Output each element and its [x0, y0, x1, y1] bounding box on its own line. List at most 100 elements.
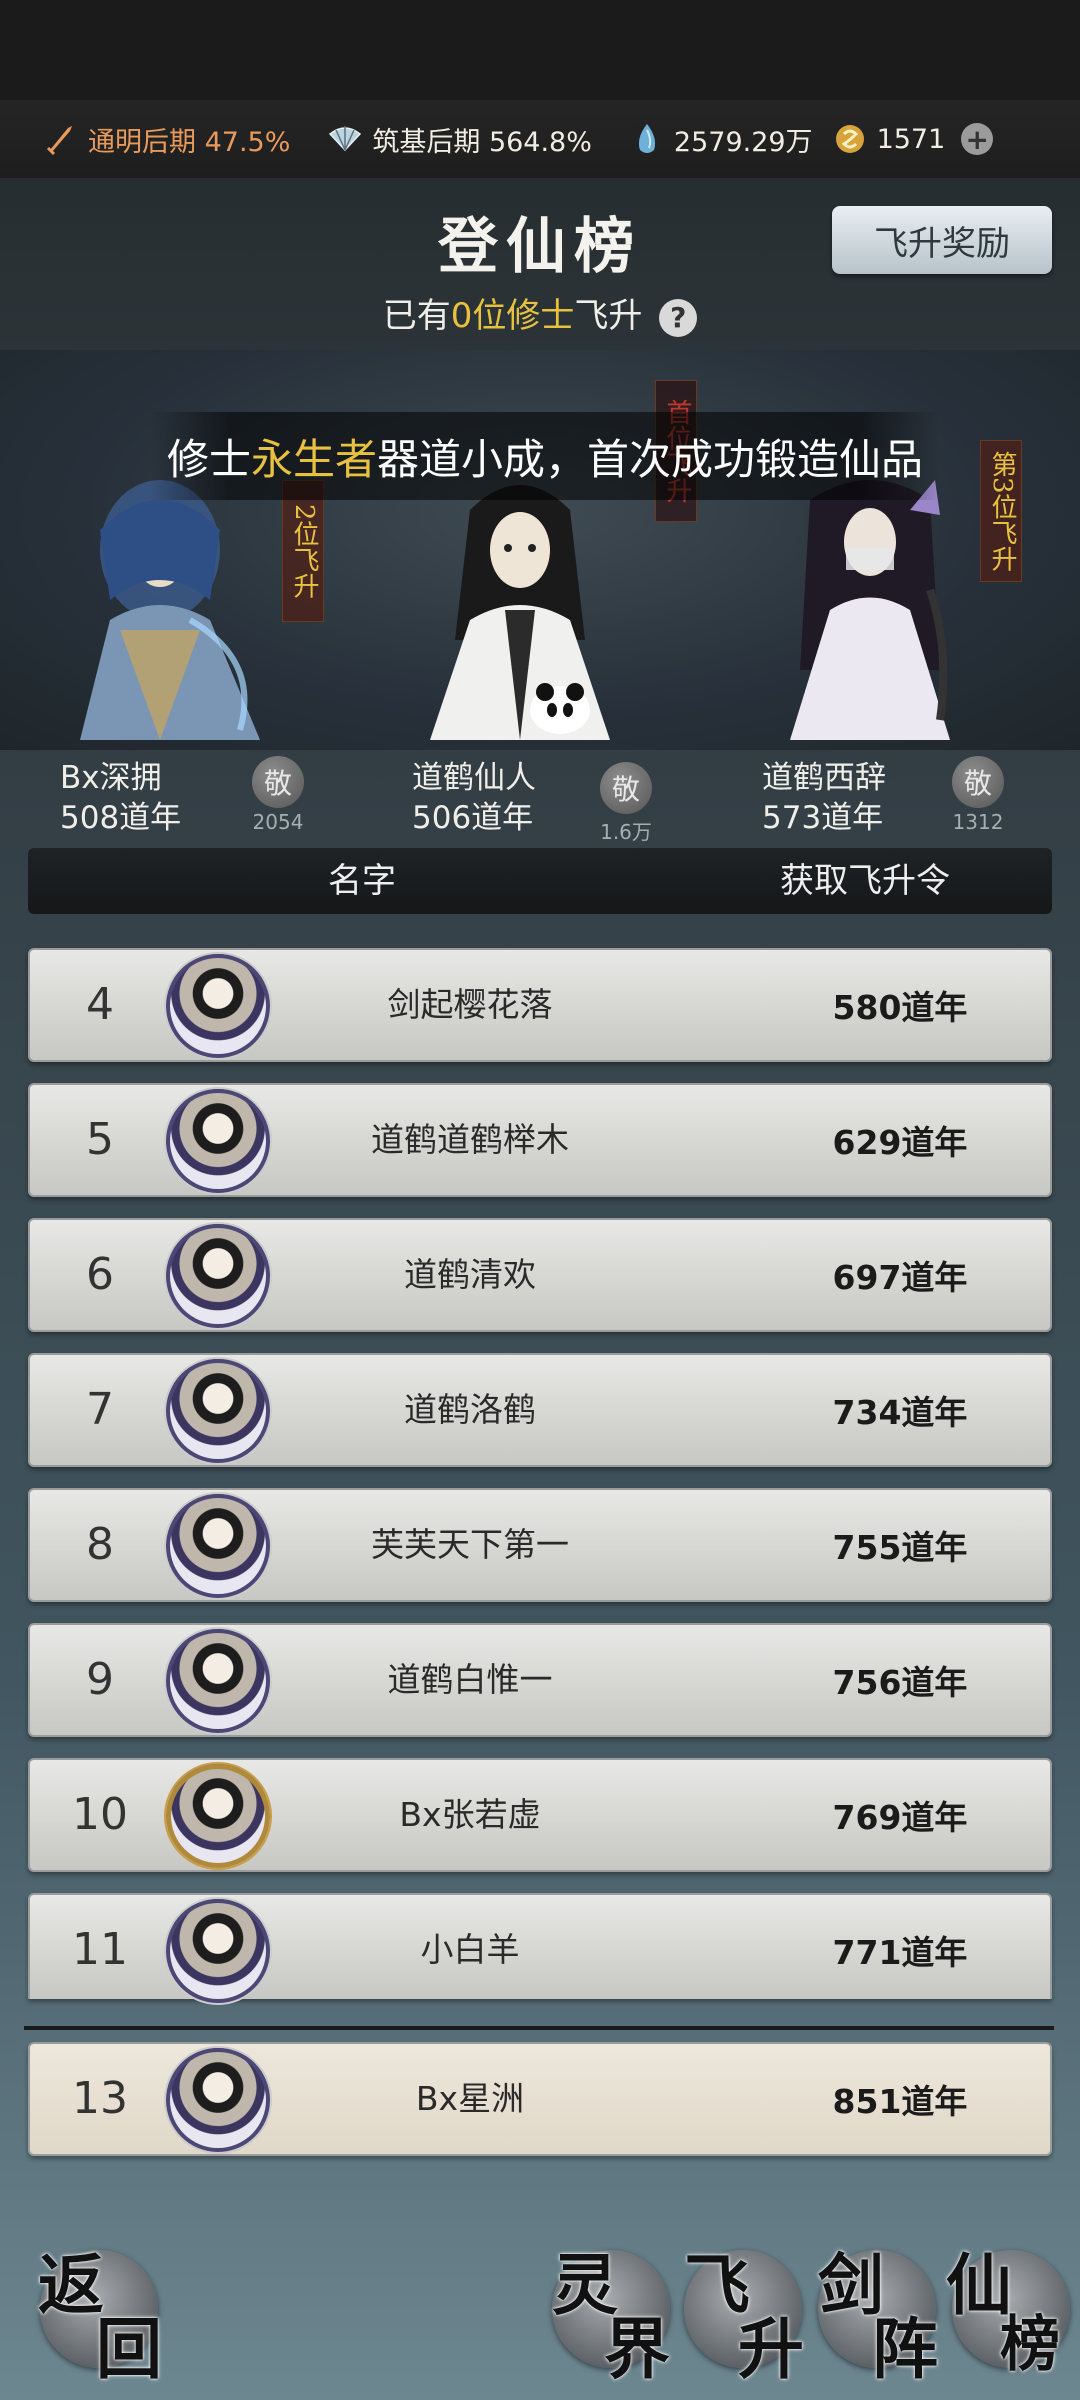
ascension-label-2: 升	[738, 2310, 804, 2388]
character-portrait-rank-3	[790, 480, 950, 740]
row-years: 771道年	[832, 1933, 968, 1972]
back-label-1: 返	[38, 2246, 104, 2324]
rank-tag-3: 第3位飞升	[980, 440, 1022, 582]
back-label-2: 回	[96, 2310, 162, 2388]
character-portrait-rank-1	[430, 485, 610, 740]
character-portrait-rank-2	[80, 480, 260, 740]
spirit-stone-icon	[638, 124, 655, 153]
podium-2-name: Bx深拥	[60, 760, 162, 796]
row-rank: 10	[72, 1789, 128, 1840]
podium-rank-2[interactable]: 2位飞升 Bx深拥 508道年 敬 2054	[0, 470, 324, 836]
podium-3-years: 573道年	[762, 800, 884, 836]
news-highlight: 永生者	[250, 434, 377, 484]
row-years: 755道年	[832, 1528, 968, 1567]
row-name: 芙芙天下第一	[371, 1525, 569, 1564]
row-name: 道鹤清欢	[404, 1255, 536, 1294]
header-value: 获取飞升令	[780, 861, 950, 901]
row-rank: 11	[72, 1924, 128, 1975]
player-avatar[interactable]	[166, 1089, 270, 1193]
subtitle-prefix: 已有	[382, 296, 451, 336]
resource-bar: 通明后期 47.5% 筑基后期 564.8% 2579.29万 1571 +	[0, 100, 1080, 178]
row-rank: 4	[86, 979, 114, 1030]
immortal-board-label-2: 榜	[1000, 2310, 1060, 2380]
top-decorative-band	[0, 0, 1080, 100]
podium-1-years: 506道年	[412, 800, 534, 836]
fan-icon	[329, 126, 362, 152]
leaderboard-row[interactable]: 8 芙芙天下第一 755道年	[28, 1488, 1052, 1602]
leaderboard-row[interactable]: 11 小白羊 771道年	[28, 1893, 1052, 2003]
spirit-stone-counter[interactable]: 2579.29万	[630, 120, 813, 159]
leaderboard-row[interactable]: 5 道鹤道鹤榉木 629道年	[28, 1083, 1052, 1197]
news-prefix: 修士	[166, 434, 251, 484]
player-avatar[interactable]	[166, 1359, 270, 1463]
row-name: 道鹤白惟一	[387, 1660, 553, 1699]
row-years: 734道年	[832, 1393, 968, 1432]
player-avatar[interactable]	[166, 954, 270, 1058]
row-rank: 5	[86, 1114, 114, 1165]
respect-button-3[interactable]: 敬	[952, 756, 1004, 808]
player-avatar[interactable]	[166, 1764, 270, 1868]
gold-text: 1571	[876, 123, 946, 155]
ascended-count: 已有0位修士飞升 ?	[0, 288, 1080, 337]
news-ticker: 修士 永生者 器道小成，首次成功锻造仙品	[150, 412, 940, 500]
row-years: 756道年	[832, 1663, 968, 1702]
respect-count-2: 2054	[252, 810, 304, 834]
header-name: 名字	[328, 861, 396, 901]
self-rank: 13	[72, 2073, 128, 2124]
player-avatar[interactable]	[166, 1224, 270, 1328]
podium-2-years: 508道年	[60, 800, 182, 836]
self-years: 851道年	[832, 2082, 968, 2121]
ascension-reward-button[interactable]: 飞升奖励	[832, 206, 1052, 274]
sword-icon	[46, 126, 72, 156]
self-rank-row[interactable]: 13 Bx星洲 851道年	[28, 2042, 1052, 2156]
leaderboard-row[interactable]: 10 Bx张若虚 769道年	[28, 1758, 1052, 1872]
cultivation-a[interactable]: 通明后期 47.5%	[44, 120, 290, 159]
row-name: 道鹤洛鹤	[404, 1390, 536, 1429]
sword-array-label-2: 阵	[872, 2310, 938, 2388]
row-name: 剑起樱花落	[387, 985, 553, 1024]
cultivation-b-text: 筑基后期 564.8%	[372, 126, 592, 158]
leaderboard-row[interactable]: 7 道鹤洛鹤 734道年	[28, 1353, 1052, 1467]
podium-3-name: 道鹤西辞	[762, 760, 886, 796]
player-avatar[interactable]	[166, 1899, 270, 2003]
row-rank: 8	[86, 1519, 114, 1570]
cultivation-a-text: 通明后期 47.5%	[88, 126, 291, 158]
help-icon[interactable]: ?	[659, 298, 698, 337]
spirit-stone-text: 2579.29万	[673, 126, 813, 158]
gold-counter[interactable]: 1571	[833, 122, 946, 156]
leaderboard-row[interactable]: 9 道鹤白惟一 756道年	[28, 1623, 1052, 1737]
self-avatar[interactable]	[166, 2048, 270, 2152]
leaderboard-header: 名字 获取飞升令	[28, 848, 1052, 914]
player-avatar[interactable]	[166, 1494, 270, 1598]
spirit-realm-label-2: 界	[604, 2310, 670, 2388]
self-row-divider	[24, 2026, 1054, 2030]
row-rank: 9	[86, 1654, 114, 1705]
podium-rank-1[interactable]: 首位飞升 道鹤仙人 506道年 敬 1.6万	[380, 380, 700, 844]
subtitle-count: 0位修士	[450, 296, 575, 336]
row-years: 629道年	[832, 1123, 968, 1162]
cultivation-b[interactable]: 筑基后期 564.8%	[328, 120, 592, 159]
row-name: 小白羊	[420, 1930, 520, 1969]
respect-count-3: 1312	[952, 810, 1004, 834]
self-name: Bx星洲	[415, 2079, 525, 2118]
row-rank: 6	[86, 1249, 114, 1300]
respect-button-2[interactable]: 敬	[252, 756, 304, 808]
row-years: 769道年	[832, 1798, 968, 1837]
podium-rank-3[interactable]: 第3位飞升 道鹤西辞 573道年 敬 1312	[740, 440, 1060, 836]
respect-button-1[interactable]: 敬	[600, 762, 652, 814]
row-name: 道鹤道鹤榉木	[371, 1120, 569, 1159]
row-years: 697道年	[832, 1258, 968, 1297]
add-currency-button[interactable]: +	[961, 123, 994, 156]
row-rank: 7	[86, 1384, 114, 1435]
respect-count-1: 1.6万	[600, 820, 652, 844]
subtitle-suffix: 飞升	[574, 296, 643, 336]
rank-tag-2: 2位飞升	[282, 480, 324, 622]
leaderboard-row[interactable]: 4 剑起樱花落 580道年	[28, 948, 1052, 1062]
news-suffix: 器道小成，首次成功锻造仙品	[377, 434, 924, 484]
leaderboard-row[interactable]: 6 道鹤清欢 697道年	[28, 1218, 1052, 1332]
row-years: 580道年	[832, 988, 968, 1027]
gold-coin-icon	[835, 125, 864, 153]
podium-1-name: 道鹤仙人	[412, 760, 536, 796]
row-name: Bx张若虚	[399, 1795, 541, 1834]
player-avatar[interactable]	[166, 1629, 270, 1733]
